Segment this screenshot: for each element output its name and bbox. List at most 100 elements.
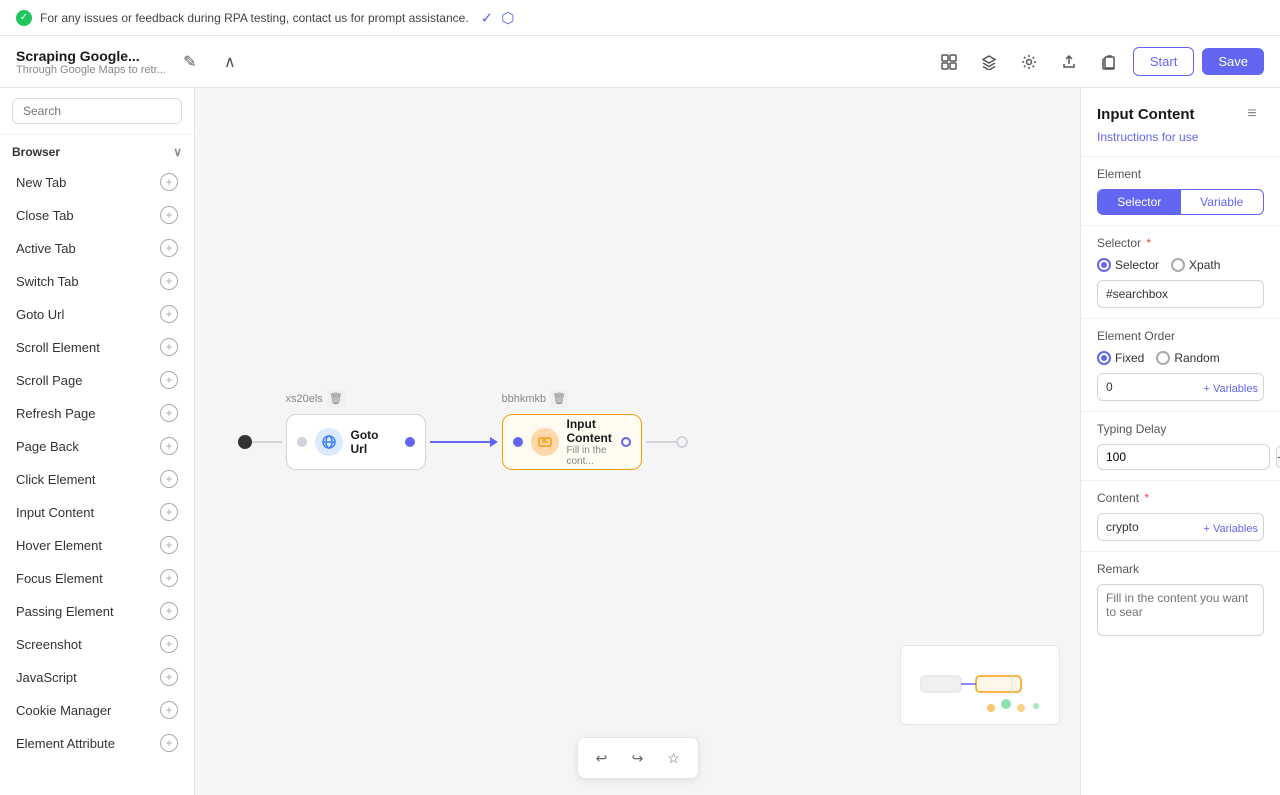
fixed-radio-label[interactable]: Fixed [1097,351,1144,365]
add-icon[interactable]: + [160,734,178,752]
add-icon[interactable]: + [160,668,178,686]
node-delete-button-2[interactable]: 🗑 [550,390,568,408]
sidebar-item-scroll-page[interactable]: Scroll Page + [4,364,190,396]
add-icon[interactable]: + [160,503,178,521]
upload-icon-button[interactable] [1053,46,1085,78]
sidebar-item-label: Focus Element [16,571,103,586]
sidebar-item-javascript[interactable]: JavaScript + [4,661,190,693]
sidebar-item-scroll-element[interactable]: Scroll Element + [4,331,190,363]
content-label: Content * [1097,491,1264,505]
goto-url-node-text: Goto Url [351,428,397,456]
sidebar-item-click-element[interactable]: Click Element + [4,463,190,495]
star-button[interactable]: ☆ [660,744,688,772]
random-radio-label[interactable]: Random [1156,351,1219,365]
sidebar-item-focus-element[interactable]: Focus Element + [4,562,190,594]
sidebar-item-label: Goto Url [16,307,64,322]
node-delete-button[interactable]: 🗑 [327,390,345,408]
selector-tab-button[interactable]: Selector [1098,190,1181,214]
sidebar-item-switch-tab[interactable]: Switch Tab + [4,265,190,297]
content-variables-link[interactable]: + Variables [1203,523,1258,535]
node-left-connector-2 [513,437,523,447]
selector-radio-label[interactable]: Selector [1097,258,1159,272]
sidebar-item-hover-element[interactable]: Hover Element + [4,529,190,561]
panel-menu-button[interactable]: ≡ [1240,102,1264,126]
browser-section-header[interactable]: Browser ∨ [12,143,182,161]
clipboard-icon-button[interactable] [1093,46,1125,78]
remark-textarea[interactable] [1097,584,1264,636]
settings-icon-button[interactable] [1013,46,1045,78]
add-icon[interactable]: + [160,206,178,224]
add-icon[interactable]: + [160,602,178,620]
input-content-node-text: Input Content Fill in the cont... [567,417,613,467]
canvas[interactable]: xs20els 🗑 Goto Url [195,88,1080,795]
variable-tab-button[interactable]: Variable [1181,190,1264,214]
sidebar-item-refresh-page[interactable]: Refresh Page + [4,397,190,429]
sidebar-item-label: Switch Tab [16,274,79,289]
element-section: Element Selector Variable [1081,156,1280,225]
add-icon[interactable]: + [160,239,178,257]
grid-icon-button[interactable] [933,46,965,78]
sidebar-item-new-tab[interactable]: New Tab + [4,166,190,198]
typing-delay-decrease-button[interactable]: − [1276,446,1280,468]
sidebar-item-screenshot[interactable]: Screenshot + [4,628,190,660]
sidebar-item-element-attribute[interactable]: Element Attribute + [4,727,190,759]
add-icon[interactable]: + [160,437,178,455]
project-info: Scraping Google... Through Google Maps t… [16,48,166,76]
sidebar-item-active-tab[interactable]: Active Tab + [4,232,190,264]
xpath-radio-dot [1171,258,1185,272]
sidebar-item-label: Page Back [16,439,79,454]
right-panel: Input Content ≡ Instructions for use Ele… [1080,88,1280,795]
project-title: Scraping Google... [16,48,166,64]
selector-radio-group: Selector Xpath [1097,258,1264,272]
selector-value-input[interactable] [1097,280,1264,308]
sidebar-item-passing-element[interactable]: Passing Element + [4,595,190,627]
start-button[interactable]: Start [1133,47,1194,76]
project-subtitle: Through Google Maps to retr... [16,64,166,76]
add-icon[interactable]: + [160,404,178,422]
redo-button[interactable]: ↪ [624,744,652,772]
canvas-toolbar: ↩ ↪ ☆ [577,737,699,779]
typing-delay-label: Typing Delay [1097,422,1264,436]
sidebar-item-label: Close Tab [16,208,74,223]
mini-map [900,645,1060,725]
search-input[interactable] [12,98,182,124]
add-icon[interactable]: + [160,371,178,389]
selector-section: Selector * Selector Xpath [1081,225,1280,318]
add-icon[interactable]: + [160,338,178,356]
sidebar-item-label: JavaScript [16,670,77,685]
add-icon[interactable]: + [160,173,178,191]
add-icon[interactable]: + [160,536,178,554]
add-icon[interactable]: + [160,305,178,323]
input-content-node[interactable]: Input Content Fill in the cont... [502,414,642,470]
add-icon[interactable]: + [160,569,178,587]
undo-button[interactable]: ↩ [588,744,616,772]
node-id-label-2: bbhkmkb 🗑 [502,390,569,408]
edit-button[interactable]: ✎ [174,46,206,78]
goto-url-node-icon [315,428,343,456]
element-order-label: Element Order [1097,329,1264,343]
sidebar-item-label: Input Content [16,505,94,520]
sidebar-item-page-back[interactable]: Page Back + [4,430,190,462]
sidebar-item-close-tab[interactable]: Close Tab + [4,199,190,231]
sidebar-item-label: Scroll Page [16,373,82,388]
order-variables-link[interactable]: + Variables [1203,383,1258,395]
typing-delay-input[interactable] [1097,444,1270,470]
sidebar-item-input-content[interactable]: Input Content + [4,496,190,528]
sidebar-item-label: Element Attribute [16,736,115,751]
save-button[interactable]: Save [1202,48,1264,75]
add-icon[interactable]: + [160,635,178,653]
xpath-radio-label[interactable]: Xpath [1171,258,1220,272]
add-icon[interactable]: + [160,701,178,719]
sidebar-item-goto-url[interactable]: Goto Url + [4,298,190,330]
instructions-link[interactable]: Instructions for use [1081,130,1280,156]
selector-radio-dot [1097,258,1111,272]
add-icon[interactable]: + [160,272,178,290]
add-icon[interactable]: + [160,470,178,488]
fixed-radio-dot [1097,351,1111,365]
sidebar-item-cookie-manager[interactable]: Cookie Manager + [4,694,190,726]
sidebar-item-label: Hover Element [16,538,102,553]
order-radio-group: Fixed Random [1097,351,1264,365]
layers-icon-button[interactable] [973,46,1005,78]
collapse-button[interactable]: ∧ [214,46,246,78]
goto-url-node[interactable]: Goto Url [286,414,426,470]
